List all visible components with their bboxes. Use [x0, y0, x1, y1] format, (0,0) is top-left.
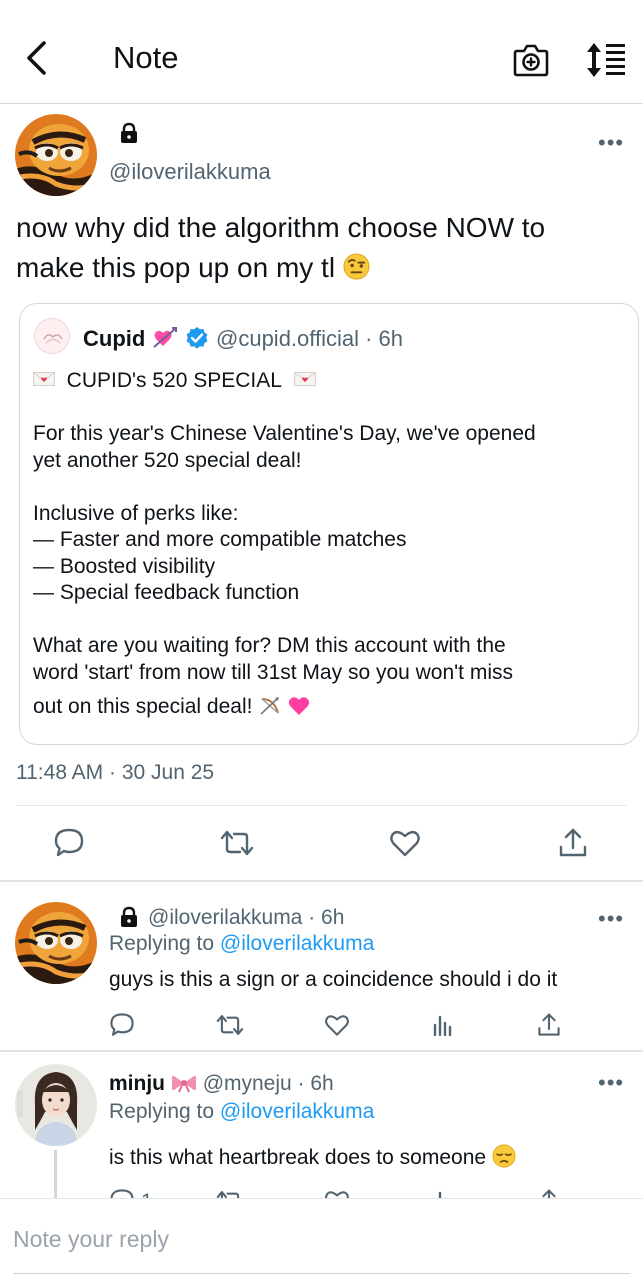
- raised-eyebrow-face-icon: [343, 253, 370, 280]
- analytics-icon: [433, 1015, 452, 1037]
- like-button[interactable]: [320, 1008, 354, 1042]
- replying-to-line: Replying to @iloverilakkuma: [109, 932, 374, 956]
- post-text-content: now why did the algorithm choose NOW to …: [16, 212, 546, 283]
- input-underline: [13, 1272, 630, 1274]
- camera-button[interactable]: [511, 40, 551, 80]
- quoted-title-line: CUPID's 520 SPECIAL: [33, 368, 633, 395]
- like-button[interactable]: [388, 826, 422, 860]
- reply-button[interactable]: [105, 1008, 139, 1042]
- reply-text: guys is this a sign or a coincidence sho…: [109, 968, 558, 991]
- quoted-handle-time: @cupid.official · 6h: [216, 326, 404, 351]
- quoted-cta-3-line: out on this special deal!: [33, 694, 633, 721]
- reply-button[interactable]: [52, 826, 86, 860]
- reply-author-name: minju: [109, 1072, 165, 1095]
- reply-text-content: is this what heartbreak does to someone: [109, 1146, 487, 1169]
- heart-with-arrow-icon: [152, 326, 178, 350]
- avatar[interactable]: [15, 114, 97, 196]
- more-options-icon[interactable]: •••: [598, 130, 624, 156]
- repost-button[interactable]: [220, 826, 254, 860]
- cupid-logo-icon: [43, 334, 63, 344]
- bee-avatar-image: [15, 114, 97, 196]
- thread-line: [54, 1150, 57, 1200]
- reply-text: is this what heartbreak does to someone: [109, 1144, 516, 1170]
- replying-to-label: Replying to: [109, 932, 215, 955]
- love-letter-icon: [33, 372, 55, 386]
- ribbon-bow-icon: [171, 1075, 196, 1093]
- pink-heart-icon: [289, 697, 310, 715]
- replying-to-link[interactable]: @iloverilakkuma: [220, 1100, 374, 1123]
- back-arrow-icon: [27, 41, 46, 75]
- replying-to-line: Replying to @iloverilakkuma: [109, 1100, 374, 1124]
- comment-icon: [110, 1013, 134, 1036]
- sort-icon: [587, 43, 625, 77]
- quoted-line-2: yet another 520 special deal!: [33, 448, 302, 472]
- lock-icon: [118, 906, 140, 928]
- minju-avatar-image: [15, 1064, 97, 1146]
- quoted-author-name: Cupid: [83, 326, 146, 351]
- quoted-title: CUPID's 520 SPECIAL: [66, 369, 282, 392]
- heart-icon: [325, 1015, 349, 1036]
- quoted-perk-3: — Special feedback function: [33, 581, 300, 604]
- reply-input[interactable]: [0, 1217, 643, 1261]
- bee-avatar-image: [15, 902, 97, 984]
- more-options-icon[interactable]: •••: [598, 906, 624, 932]
- lock-icon: [118, 122, 140, 144]
- divider: [0, 880, 643, 882]
- replying-to-label: Replying to: [109, 1100, 215, 1123]
- quoted-cta-1: What are you waiting for? DM this accoun…: [33, 634, 506, 657]
- post-timestamp: 11:48 AM · 30 Jun 25: [16, 761, 215, 784]
- heart-icon: [390, 830, 420, 857]
- repost-icon: [220, 830, 254, 856]
- love-letter-icon: [293, 372, 316, 386]
- top-bar: Note: [0, 0, 643, 104]
- more-options-icon[interactable]: •••: [598, 1070, 624, 1096]
- avatar[interactable]: [15, 902, 97, 984]
- divider: [16, 805, 627, 806]
- repost-icon: [216, 1015, 244, 1035]
- share-button[interactable]: [556, 826, 590, 860]
- replying-to-link[interactable]: @iloverilakkuma: [220, 932, 374, 955]
- page-title: Note: [113, 40, 179, 75]
- back-button[interactable]: [14, 36, 58, 80]
- pensive-face-icon: [492, 1144, 516, 1168]
- quoted-perk-1: — Faster and more compatible matches: [33, 528, 407, 551]
- quoted-perk-2: — Boosted visibility: [33, 554, 216, 578]
- share-button[interactable]: [532, 1008, 566, 1042]
- quoted-cta-2: word 'start' from now till 31st May so y…: [33, 660, 514, 684]
- quoted-body: CUPID's 520 SPECIAL For this year's Chin…: [33, 368, 633, 721]
- repost-button[interactable]: [213, 1008, 247, 1042]
- comment-icon: [54, 828, 84, 857]
- divider: [0, 1050, 643, 1052]
- avatar[interactable]: [15, 1064, 97, 1146]
- author-handle[interactable]: @iloverilakkuma: [109, 159, 271, 185]
- quoted-line-1: For this year's Chinese Valentine's Day,…: [33, 422, 536, 445]
- views-button[interactable]: [426, 1008, 460, 1042]
- sort-button[interactable]: [584, 40, 628, 80]
- reply-author-line[interactable]: minju @myneju · 6h: [109, 1072, 334, 1096]
- reply-composer: [0, 1198, 643, 1280]
- share-icon: [538, 1013, 560, 1036]
- reply-handle-time[interactable]: @iloverilakkuma · 6h: [148, 906, 344, 930]
- share-icon: [559, 828, 587, 857]
- post-text: now why did the algorithm choose NOW to …: [16, 208, 616, 288]
- verified-badge-icon: [185, 326, 209, 350]
- quoted-perks-title: Inclusive of perks like:: [33, 501, 239, 525]
- quoted-post[interactable]: Cupid @cupid.official · 6h CUPID's 520 S…: [19, 303, 639, 745]
- camera-icon: [513, 44, 549, 77]
- reply-handle-time: @myneju · 6h: [202, 1072, 334, 1095]
- bow-and-arrow-icon: [260, 697, 280, 715]
- quoted-avatar: [34, 318, 70, 354]
- quoted-cta-3: out on this special deal!: [33, 695, 253, 718]
